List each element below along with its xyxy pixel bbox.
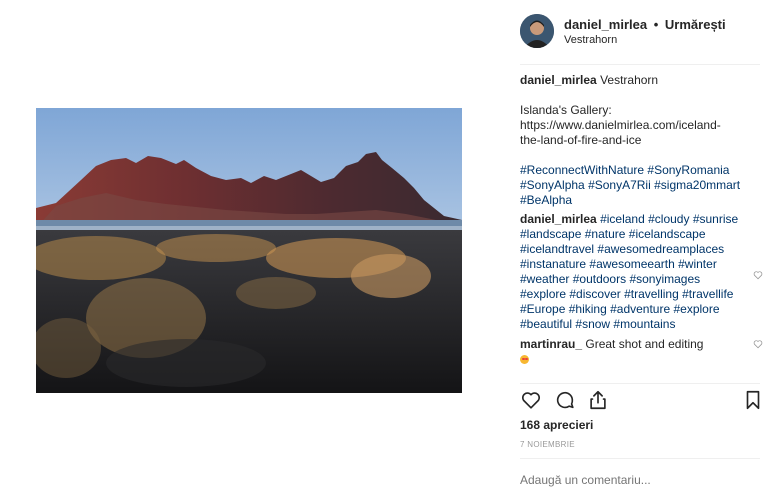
header-user-line: daniel_mirlea • Urmărești (564, 17, 726, 32)
hashtag-link[interactable]: #discover (569, 287, 620, 301)
comment-like-heart-icon[interactable] (753, 270, 763, 280)
hashtag-link[interactable]: #explore (520, 287, 566, 301)
heart-eyes-emoji-icon (520, 355, 529, 365)
hashtag-link[interactable]: #awesomedreamplaces (597, 242, 724, 256)
hashtag-link[interactable]: #beautiful (520, 317, 572, 331)
header-username[interactable]: daniel_mirlea (564, 17, 647, 32)
heart-icon[interactable] (520, 389, 542, 411)
hashtag-link[interactable]: #adventure (610, 302, 670, 316)
comment-like-heart-icon[interactable] (753, 339, 763, 349)
hashtag-link[interactable]: #travellife (682, 287, 733, 301)
profile-photo-icon (520, 14, 554, 48)
hashtag-link[interactable]: #cloudy (648, 212, 689, 226)
hashtag-link[interactable]: #hiking (569, 302, 607, 316)
caption-title: Vestrahorn (600, 73, 659, 87)
comments-list: daniel_mirlea Vestrahorn Islanda's Galle… (520, 73, 763, 367)
post-date: 7 NOIEMBRIE (520, 440, 575, 449)
hashtag-link[interactable]: #explore (673, 302, 719, 316)
hashtag-link[interactable]: #sonyimages (629, 272, 700, 286)
likes-count[interactable]: 168 aprecieri (520, 418, 593, 432)
comment-username[interactable]: daniel_mirlea (520, 212, 597, 226)
caption: daniel_mirlea Vestrahorn Islanda's Galle… (520, 73, 745, 208)
hashtag-link[interactable]: #sunrise (693, 212, 738, 226)
hashtag-link[interactable]: #SonyA7Rii (588, 178, 651, 192)
hashtag-link[interactable]: #awesomeearth (589, 257, 674, 271)
hashtag-link[interactable]: #icelandscape (629, 227, 706, 241)
post-header: daniel_mirlea • Urmărești Vestrahorn (520, 14, 760, 50)
hashtag-link[interactable]: #instanature (520, 257, 586, 271)
avatar[interactable] (520, 14, 554, 48)
post-image[interactable] (36, 108, 462, 393)
comment-input-divider (520, 458, 760, 459)
share-icon[interactable] (587, 389, 609, 411)
photo-area (0, 0, 500, 500)
gallery-link-part1[interactable]: https://www.danielmirlea.com/iceland- (520, 118, 745, 133)
hashtag-link[interactable]: #outdoors (573, 272, 626, 286)
hashtag-link[interactable]: #Europe (520, 302, 565, 316)
follow-status-button[interactable]: Urmărești (665, 17, 726, 32)
comment-item: martinrau_ Great shot and editing (520, 337, 763, 367)
hashtag-link[interactable]: #nature (585, 227, 626, 241)
hashtag-link[interactable]: #sigma20mmart (654, 178, 740, 192)
hashtag-link[interactable]: #winter (678, 257, 717, 271)
hashtag-link[interactable]: #SonyRomania (647, 163, 729, 177)
header-divider (520, 64, 760, 65)
comment-text: Great shot and editing (585, 337, 704, 351)
hashtag-link[interactable]: #BeAlpha (520, 193, 572, 207)
actions-divider (520, 383, 760, 384)
comment-username[interactable]: martinrau_ (520, 337, 582, 351)
post-sidebar: daniel_mirlea • Urmărești Vestrahorn dan… (520, 0, 763, 500)
location-link[interactable]: Vestrahorn (564, 34, 617, 46)
landscape-photo (36, 108, 462, 393)
action-bar (520, 389, 760, 415)
separator-dot: • (653, 17, 659, 32)
hashtag-link[interactable]: #snow (575, 317, 610, 331)
hashtag-link[interactable]: #travelling (624, 287, 679, 301)
gallery-label: Islanda's Gallery: (520, 103, 612, 117)
hashtag-link[interactable]: #mountains (613, 317, 675, 331)
hashtag-link[interactable]: #landscape (520, 227, 581, 241)
bookmark-icon[interactable] (742, 389, 764, 411)
hashtag-link[interactable]: #SonyAlpha (520, 178, 585, 192)
hashtag-link[interactable]: #iceland (600, 212, 645, 226)
caption-username[interactable]: daniel_mirlea (520, 73, 597, 87)
add-comment-input[interactable] (520, 473, 750, 487)
gallery-link-part2[interactable]: the-land-of-fire-and-ice (520, 133, 745, 148)
comment-icon[interactable] (554, 389, 576, 411)
comment-item: daniel_mirlea #iceland #cloudy #sunrise … (520, 212, 763, 332)
hashtag-link[interactable]: #ReconnectWithNature (520, 163, 644, 177)
hashtag-link[interactable]: #icelandtravel (520, 242, 594, 256)
hashtag-link[interactable]: #weather (520, 272, 569, 286)
